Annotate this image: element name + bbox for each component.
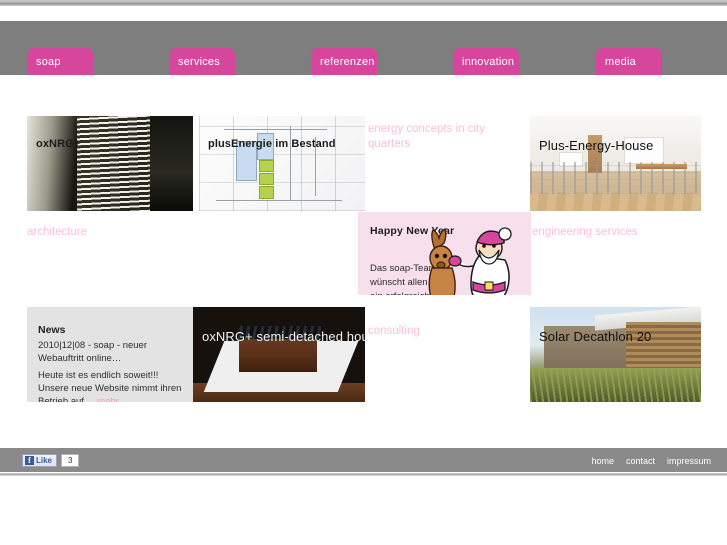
footer-link-impressum[interactable]: impressum <box>667 456 711 466</box>
category-engineering-services[interactable]: engineering services <box>532 225 637 240</box>
tile-semi-detached-house[interactable]: oxNRG+ semi-detached house <box>193 307 365 402</box>
tile-oxnrg-facade-caption: oxNRG+ <box>36 138 81 150</box>
oxnrg-facade-photo <box>27 116 193 211</box>
tile-happy-new-year[interactable]: Happy New Year Das soap-Team wünscht all… <box>358 212 531 295</box>
news-date-line: 2010|12|08 - soap - neuer Webauftritt on… <box>38 340 147 364</box>
facebook-like-label: Like <box>36 456 53 465</box>
semi-detached-house-model-photo <box>193 307 365 402</box>
facebook-like-widget[interactable]: f Like 3 <box>22 454 80 467</box>
facebook-like-count: 3 <box>61 454 80 467</box>
tile-solar-decathlon-caption: Solar Decathlon 20 <box>539 329 652 344</box>
facebook-like-button[interactable]: f Like <box>22 454 58 467</box>
plusenergie-site-plan <box>199 116 365 211</box>
tile-plusenergie[interactable]: plusEnergie im Bestand <box>199 116 365 211</box>
page-top-whitespace <box>0 6 727 21</box>
category-energy-concepts[interactable]: energy concepts in city quarters <box>368 122 518 152</box>
plus-energy-house-photo <box>530 116 701 211</box>
nav-item-innovation-label: innovation <box>462 56 515 68</box>
tile-plus-energy-house[interactable]: Plus-Energy-House <box>530 116 701 211</box>
santa-and-reindeer-illustration <box>428 227 512 295</box>
footer-bottom-rule <box>0 473 727 476</box>
tile-oxnrg-facade[interactable]: oxNRG+ <box>27 116 193 211</box>
news-more-link[interactable]: mehr <box>97 396 119 402</box>
footer-link-contact[interactable]: contact <box>626 456 655 466</box>
facebook-icon: f <box>25 456 34 465</box>
news-body: Heute ist es endlich soweit!!! Unsere ne… <box>38 369 188 402</box>
nav-item-media-label: media <box>605 56 636 68</box>
footer-link-home[interactable]: home <box>591 456 614 466</box>
solar-decathlon-photo <box>530 307 701 402</box>
tile-semi-detached-house-caption: oxNRG+ semi-detached house <box>202 329 365 344</box>
tile-plus-energy-house-caption: Plus-Energy-House <box>539 138 654 153</box>
tile-plusenergie-caption: plusEnergie im Bestand <box>208 138 336 150</box>
main-navigation-bar: soap services referenzen innovation medi… <box>0 21 727 93</box>
nav-item-referenzen-label: referenzen <box>320 56 375 68</box>
category-architecture[interactable]: architecture <box>27 225 87 240</box>
main-content-grid: oxNRG+ plusEnergie im Bestand energy con… <box>0 75 727 445</box>
tile-solar-decathlon[interactable]: Solar Decathlon 20 <box>530 307 701 402</box>
footer-links: home contact impressum <box>591 456 711 466</box>
nav-item-services-label: services <box>178 56 220 68</box>
nav-item-soap-label: soap <box>36 56 61 68</box>
news-panel-title: News <box>38 324 66 336</box>
news-panel[interactable]: News 2010|12|08 - soap - neuer Webauftri… <box>27 307 193 402</box>
category-consulting[interactable]: consulting <box>368 324 420 339</box>
